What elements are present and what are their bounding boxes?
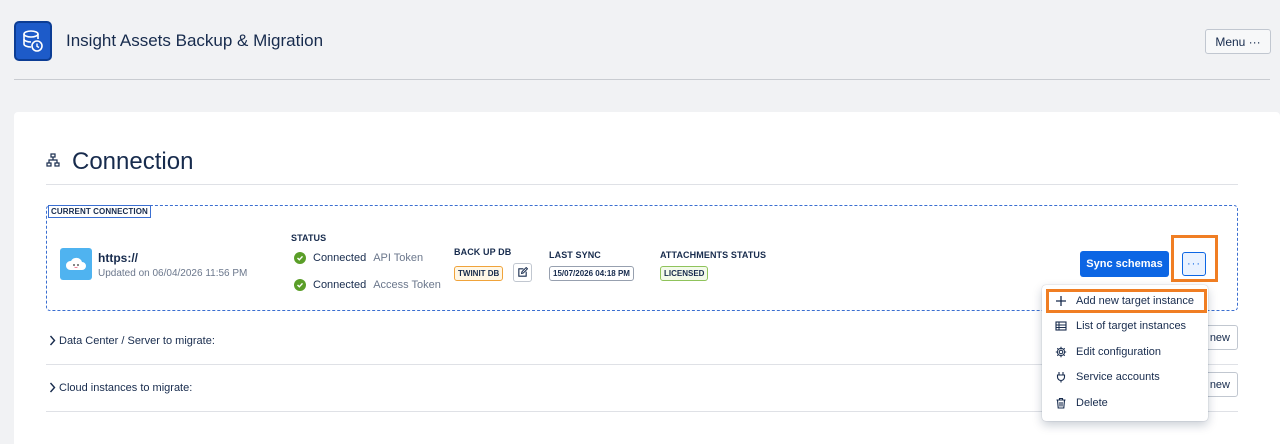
check-circle-icon <box>294 279 306 291</box>
menu-item-edit-config[interactable]: Edit configuration <box>1055 346 1161 358</box>
status-api-token: Connected API Token <box>294 252 423 264</box>
section-title: Connection <box>72 148 194 175</box>
header-divider <box>14 79 1270 80</box>
menu-item-label: List of target instances <box>1076 320 1187 332</box>
status-kind: Access Token <box>373 279 441 291</box>
cloud-instances-label: Cloud instances to migrate: <box>59 382 193 394</box>
plug-icon <box>1056 372 1066 383</box>
gear-icon <box>1055 346 1067 358</box>
trash-icon <box>1056 397 1066 409</box>
status-label: STATUS <box>291 233 327 243</box>
cloud-avatar-icon <box>60 248 92 280</box>
status-access-token: Connected Access Token <box>294 279 441 291</box>
chevron-right-icon <box>49 382 56 393</box>
app-logo-icon <box>14 21 52 61</box>
check-circle-icon <box>294 252 306 264</box>
backup-db-lozenge: TWINIT DB <box>454 266 504 281</box>
status-state: Connected <box>313 252 367 264</box>
app-title: Insight Assets Backup & Migration <box>66 31 324 50</box>
backup-db-label: BACK UP DB <box>454 247 512 257</box>
add-target-highlight <box>1046 289 1207 313</box>
section-divider <box>46 184 1238 185</box>
status-state: Connected <box>313 279 367 291</box>
attachments-status-label: ATTACHMENTS STATUS <box>660 250 767 260</box>
data-center-label: Data Center / Server to migrate: <box>59 335 215 347</box>
menu-item-label: Delete <box>1076 397 1108 409</box>
menu-item-list-targets[interactable]: List of target instances <box>1055 320 1186 332</box>
more-actions-button[interactable]: ··· <box>1182 252 1206 276</box>
menu-item-label: Edit configuration <box>1076 346 1161 358</box>
last-sync-value: 15/07/2026 04:18 PM <box>549 266 634 281</box>
menu-item-delete[interactable]: Delete <box>1055 397 1108 409</box>
menu-item-label: Service accounts <box>1076 371 1160 383</box>
edit-icon <box>518 267 528 277</box>
menu-item-service-accounts[interactable]: Service accounts <box>1055 371 1160 383</box>
connection-url: https:// <box>98 251 138 265</box>
hierarchy-icon <box>46 153 60 167</box>
chevron-right-icon <box>49 335 56 346</box>
menu-button[interactable]: Menu ··· <box>1205 29 1271 54</box>
current-connection-tag: CURRENT CONNECTION <box>48 205 151 218</box>
edit-backup-button[interactable] <box>513 263 532 282</box>
sync-schemas-button[interactable]: Sync schemas <box>1080 251 1169 277</box>
app-header: Insight Assets Backup & Migration Menu ·… <box>0 0 1280 80</box>
last-sync-label: LAST SYNC <box>549 250 601 260</box>
status-kind: API Token <box>373 252 424 264</box>
attachments-status-lozenge: LICENSED <box>660 266 709 281</box>
table-icon <box>1055 321 1067 331</box>
connection-updated: Updated on 06/04/2026 11:56 PM <box>98 268 248 279</box>
